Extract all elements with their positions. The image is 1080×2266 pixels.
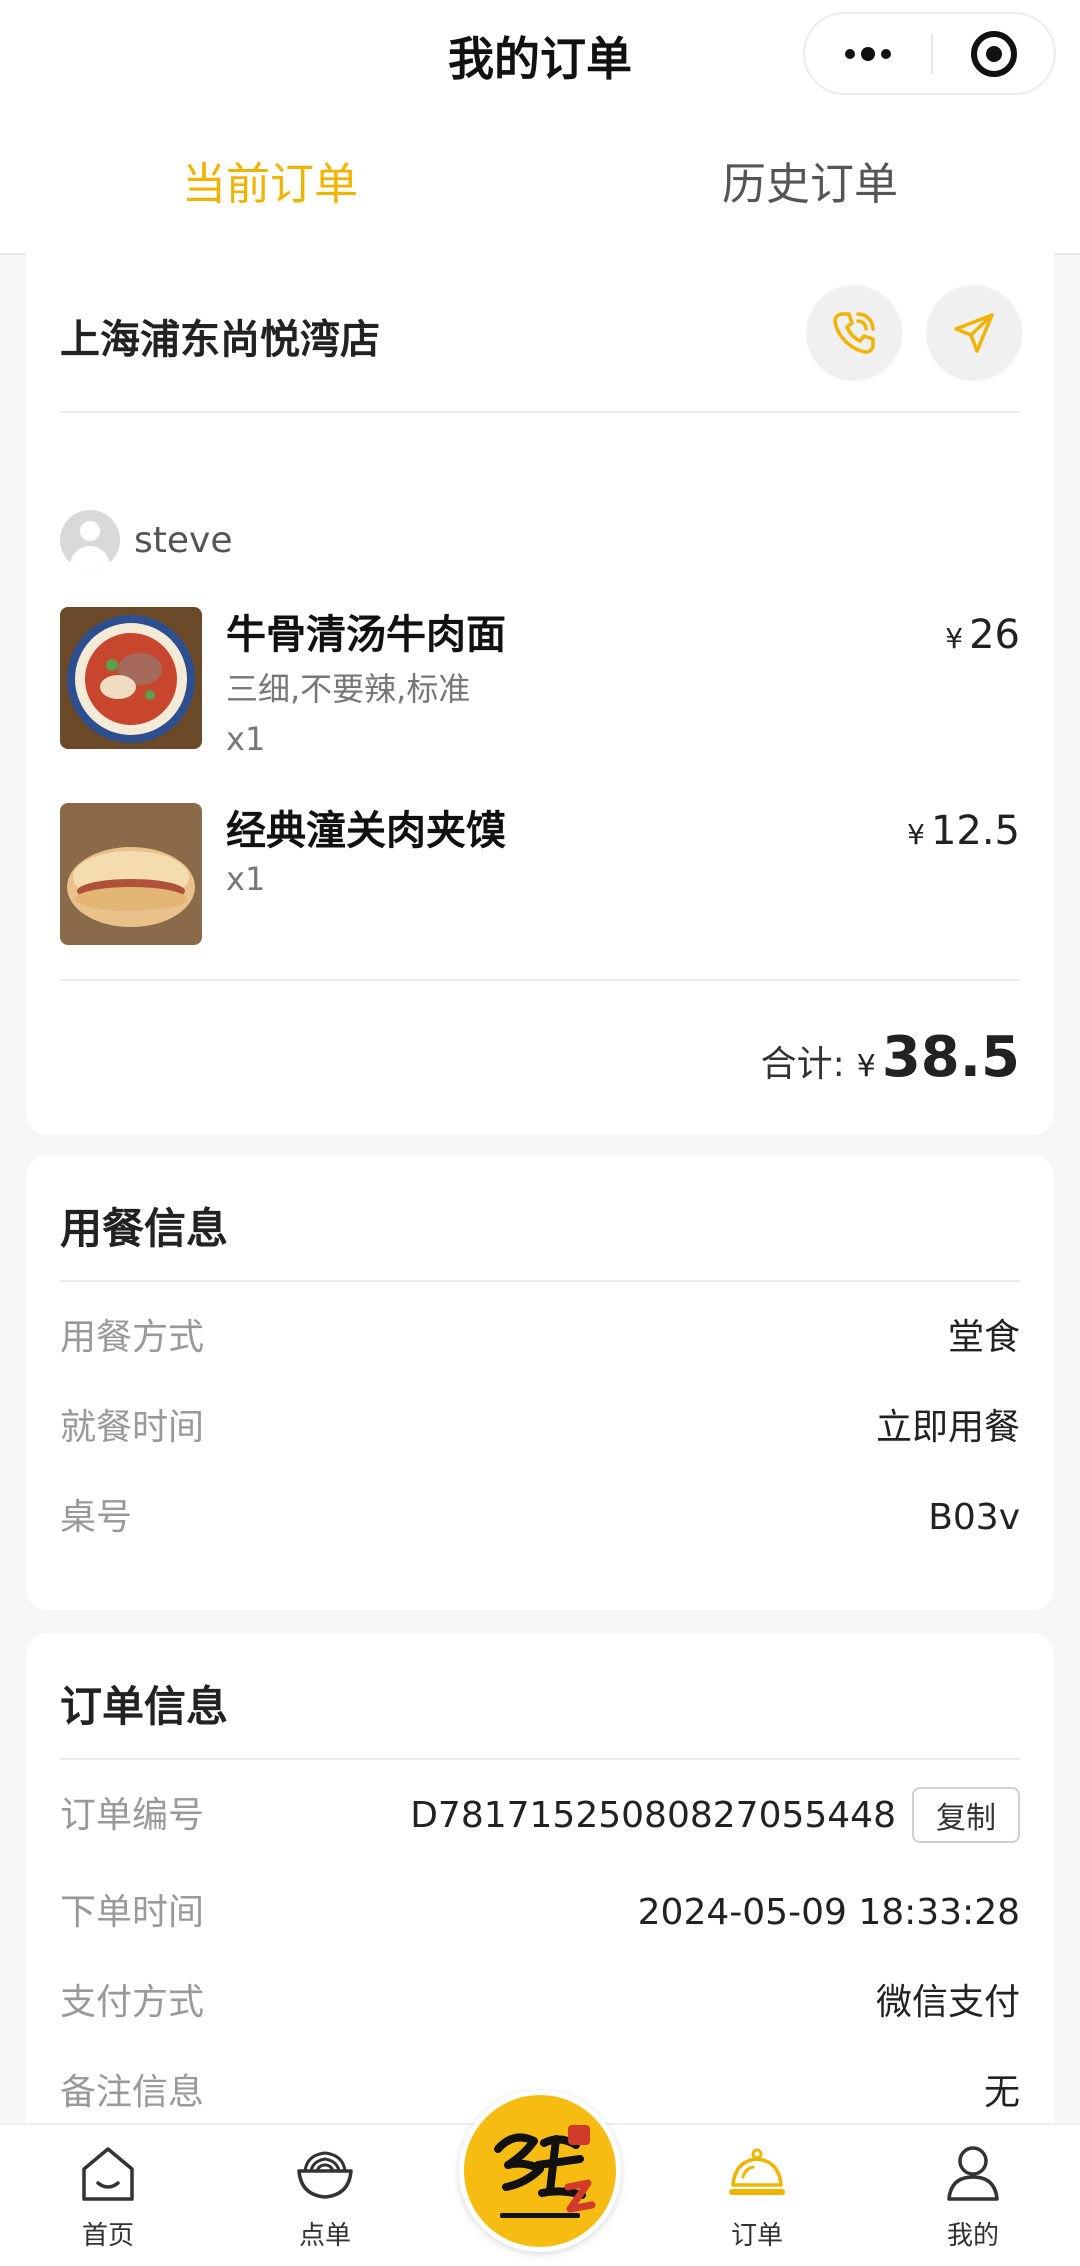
tabbar-item-order-food[interactable]: 点单 bbox=[250, 2125, 400, 2266]
info-value: 无 bbox=[983, 2072, 1020, 2113]
item-name: 牛骨清汤牛肉面 bbox=[226, 612, 506, 658]
list-item: 经典潼关肉夹馍 x1 ¥12.5 bbox=[60, 803, 1020, 953]
home-icon bbox=[82, 2147, 134, 2201]
orderer-row: steve bbox=[60, 510, 232, 570]
info-row-dining-method: 用餐方式 堂食 bbox=[60, 1313, 1020, 1363]
info-value: B03v bbox=[928, 1497, 1020, 1538]
avatar bbox=[60, 510, 120, 570]
target-icon bbox=[970, 30, 1017, 77]
store-name: 上海浦东尚悦湾店 bbox=[60, 317, 380, 363]
tabbar-item-me[interactable]: 我的 bbox=[898, 2125, 1048, 2266]
orderer-name: steve bbox=[134, 519, 233, 561]
info-row-order-time: 下单时间 2024-05-09 18:33:28 bbox=[60, 1888, 1020, 1938]
item-quantity: x1 bbox=[226, 860, 266, 898]
more-options-button[interactable] bbox=[805, 14, 931, 93]
dining-info-card: 用餐信息 用餐方式 堂食 就餐时间 立即用餐 桌号 B03v bbox=[26, 1155, 1054, 1610]
tab-current-orders[interactable]: 当前订单 bbox=[182, 155, 358, 215]
info-label: 支付方式 bbox=[60, 1982, 205, 2023]
item-quantity: x1 bbox=[226, 720, 266, 758]
info-label: 用餐方式 bbox=[60, 1317, 205, 1358]
tabbar-item-home[interactable]: 首页 bbox=[33, 2125, 183, 2266]
mini-program-capsule bbox=[803, 12, 1056, 95]
section-title: 订单信息 bbox=[60, 1682, 229, 1731]
item-price: ¥12.5 bbox=[907, 808, 1020, 854]
total-value: 38.5 bbox=[881, 1025, 1020, 1090]
copy-button[interactable]: 复制 bbox=[912, 1787, 1020, 1843]
info-label: 就餐时间 bbox=[60, 1407, 205, 1448]
close-miniprogram-button[interactable] bbox=[933, 14, 1054, 93]
tabbar-label: 订单 bbox=[730, 2221, 783, 2251]
tabbar-item-orders[interactable]: 订单 bbox=[682, 2125, 832, 2266]
brand-logo-icon bbox=[494, 2125, 596, 2218]
cloche-icon bbox=[729, 2148, 785, 2195]
info-label: 桌号 bbox=[60, 1497, 133, 1538]
info-row-table-number: 桌号 B03v bbox=[60, 1493, 1020, 1543]
tab-history-orders[interactable]: 历史订单 bbox=[722, 155, 898, 215]
item-price: ¥26 bbox=[945, 612, 1020, 658]
divider bbox=[60, 411, 1020, 413]
section-title: 用餐信息 bbox=[60, 1204, 229, 1253]
item-spec: 三细,不要辣,标准 bbox=[226, 670, 471, 708]
brand-logo-button[interactable] bbox=[459, 2090, 621, 2252]
navigation-arrow-icon bbox=[954, 313, 994, 353]
tabbar-label: 首页 bbox=[81, 2221, 134, 2251]
order-number: D7817152508082705544​8 bbox=[410, 1795, 896, 1836]
noodle-bowl-icon bbox=[297, 2151, 353, 2199]
info-value: 堂食 bbox=[947, 1317, 1020, 1358]
info-label: 订单编号 bbox=[60, 1795, 205, 1836]
info-label: 下单时间 bbox=[60, 1892, 205, 1933]
roujiamo-image bbox=[60, 803, 202, 945]
total-label: 合计: bbox=[760, 1044, 845, 1085]
info-value: 2024-05-09 18:33:28 bbox=[637, 1892, 1020, 1933]
navigate-to-store-button[interactable] bbox=[926, 285, 1022, 381]
order-card: 上海浦东尚悦湾店 steve 牛骨清汤牛肉面 三细,不要辣,标准 x1 ¥ 26… bbox=[26, 245, 1054, 1135]
info-value: 立即用餐 bbox=[875, 1407, 1020, 1448]
info-value: 微信支付 bbox=[875, 1982, 1020, 2023]
phone-icon bbox=[833, 312, 875, 354]
item-name: 经典潼关肉夹馍 bbox=[226, 808, 506, 854]
beef-noodle-image bbox=[60, 607, 202, 749]
person-icon bbox=[947, 2146, 999, 2201]
total-currency: ¥ bbox=[856, 1049, 876, 1084]
info-row-dining-time: 就餐时间 立即用餐 bbox=[60, 1403, 1020, 1453]
tabbar-label: 点单 bbox=[298, 2221, 351, 2251]
info-label: 备注信息 bbox=[60, 2072, 205, 2113]
list-item: 牛骨清汤牛肉面 三细,不要辣,标准 x1 ¥26 bbox=[60, 607, 1020, 758]
order-total: 合计: ¥ 38.5 bbox=[761, 1025, 1020, 1090]
divider bbox=[60, 1280, 1020, 1282]
order-tabs: 当前订单 历史订单 bbox=[0, 115, 1080, 255]
call-store-button[interactable] bbox=[806, 285, 902, 381]
info-row-payment-method: 支付方式 微信支付 bbox=[60, 1978, 1020, 2028]
divider bbox=[60, 979, 1020, 981]
nav-bar: 我的订单 bbox=[0, 0, 1080, 115]
tabbar-label: 我的 bbox=[946, 2221, 999, 2251]
divider bbox=[60, 1758, 1020, 1760]
info-row-order-number: 订单编号 D7817152508082705544​8 复制 bbox=[60, 1787, 1020, 1843]
